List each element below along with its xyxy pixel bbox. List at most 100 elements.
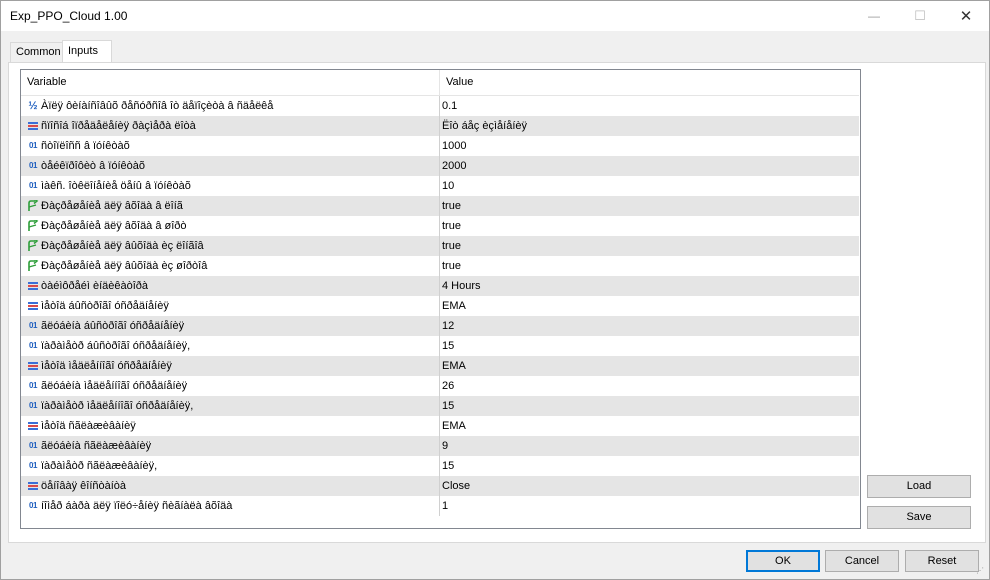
column-header-variable[interactable]: Variable [21, 70, 437, 95]
variable-name: íîìåð áàðà äëÿ ïîëó÷åíèÿ ñèãíàëà âõîäà [41, 500, 233, 512]
tab-common[interactable]: Common [10, 42, 64, 62]
table-row[interactable]: ìåòîä áûñòðîãî óñðåäíåíèÿ EMA [21, 296, 859, 316]
value-cell[interactable]: 15 [442, 456, 454, 476]
variable-name: ìåòîä áûñòðîãî óñðåäíåíèÿ [41, 300, 169, 312]
table-row[interactable]: ìåòîä ìåäëåííîãî óñðåäíåíèÿ EMA [21, 356, 859, 376]
table-row[interactable]: 01 ïàðàìåòð ñãëàæèâàíèÿ, 15 [21, 456, 859, 476]
reset-button[interactable]: Reset [905, 550, 979, 572]
variable-cell: ½ Àïëÿ ôèíàíñîâûõ ðåñóðñîâ îò äåïîçèòà â … [21, 96, 440, 116]
value-cell[interactable]: Close [442, 476, 470, 496]
table-row[interactable]: 01 ïàðàìåòð áûñòðîãî óñðåäíåíèÿ, 15 [21, 336, 859, 356]
value-cell[interactable]: EMA [442, 296, 466, 316]
grid-rows: ½ Àïëÿ ôèíàíñîâûõ ðåñóðñîâ îò äåïîçèòà â … [21, 96, 859, 516]
enum-type-icon [26, 356, 40, 376]
cancel-button[interactable]: Cancel [825, 550, 899, 572]
table-row[interactable]: öåíîâàÿ êîíñòàíòà Close [21, 476, 859, 496]
variable-name: ìåòîä ñãëàæèâàíèÿ [41, 420, 136, 432]
minimize-icon: — [868, 9, 880, 23]
table-row[interactable]: 01 ãëóáèíà áûñòðîãî óñðåäíåíèÿ 12 [21, 316, 859, 336]
value-cell[interactable]: 15 [442, 336, 454, 356]
tab-inputs-label: Inputs [68, 45, 98, 57]
table-row[interactable]: 01 ìàêñ. îòêëîíåíèå öåíû â ïóíêòàõ 10 [21, 176, 859, 196]
close-icon: ✕ [959, 8, 973, 25]
value-cell[interactable]: Ëîò áåç èçìåíåíèÿ [442, 116, 527, 136]
variable-cell: 01 ìàêñ. îòêëîíåíèå öåíû â ïóíêòàõ [21, 176, 440, 196]
value-cell[interactable]: 12 [442, 316, 454, 336]
table-row[interactable]: Ðàçðåøåíèå äëÿ âûõîäà èç øîðòîâ true [21, 256, 859, 276]
variable-name: ñïîñîá îïðåäåëåíèÿ ðàçìåðà ëîòà [41, 120, 196, 132]
double-type-icon: ½ [28, 100, 38, 112]
table-row[interactable]: 01 ïàðàìåòð ìåäëåííîãî óñðåäíåíèÿ, 15 [21, 396, 859, 416]
variable-cell: Ðàçðåøåíèå äëÿ âûõîäà èç ëîíãîâ [21, 236, 440, 256]
variable-name: Ðàçðåøåíèå äëÿ âûõîäà èç ëîíãîâ [41, 240, 204, 252]
value-cell[interactable]: 4 Hours [442, 276, 481, 296]
table-row[interactable]: 01 ñòîïëîññ â ïóíêòàõ 1000 [21, 136, 859, 156]
maximize-button[interactable]: ☐ [897, 1, 943, 31]
table-row[interactable]: 01 òåéêïðîôèò â ïóíêòàõ 2000 [21, 156, 859, 176]
variable-cell: 01 ãëóáèíà áûñòðîãî óñðåäíåíèÿ [21, 316, 440, 336]
table-row[interactable]: Ðàçðåøåíèå äëÿ âõîäà â øîðò true [21, 216, 859, 236]
variable-name: òåéêïðîôèò â ïóíêòàõ [41, 160, 145, 172]
table-row[interactable]: 01 ãëóáèíà ñãëàæèâàíèÿ 9 [21, 436, 859, 456]
value-cell[interactable]: EMA [442, 416, 466, 436]
load-button[interactable]: Load [867, 475, 971, 498]
value-cell[interactable]: 15 [442, 396, 454, 416]
variable-cell: ìåòîä ñãëàæèâàíèÿ [21, 416, 440, 436]
variable-cell: ìåòîä ìåäëåííîãî óñðåäíåíèÿ [21, 356, 440, 376]
variable-cell: 01 ãëóáèíà ñãëàæèâàíèÿ [21, 436, 440, 456]
table-row[interactable]: ½ Àïëÿ ôèíàíñîâûõ ðåñóðñîâ îò äåïîçèòà â … [21, 96, 859, 116]
value-cell[interactable]: 1 [442, 496, 448, 516]
variable-name: ïàðàìåòð ñãëàæèâàíèÿ, [41, 460, 158, 472]
value-cell[interactable]: true [442, 236, 461, 256]
value-cell[interactable]: 2000 [442, 156, 466, 176]
variable-name: öåíîâàÿ êîíñòàíòà [41, 480, 127, 492]
column-header-value[interactable]: Value [440, 70, 846, 95]
integer-type-icon: 01 [29, 341, 37, 350]
bool-type-icon [26, 216, 40, 236]
value-cell[interactable]: true [442, 216, 461, 236]
bool-type-icon [26, 196, 40, 216]
save-button[interactable]: Save [867, 506, 971, 529]
table-row[interactable]: 01 íîìåð áàðà äëÿ ïîëó÷åíèÿ ñèãíàëà âõîäà… [21, 496, 859, 516]
grid-header: Variable Value [21, 70, 859, 96]
value-cell[interactable]: EMA [442, 356, 466, 376]
variable-name: ìåòîä ìåäëåííîãî óñðåäíåíèÿ [41, 360, 172, 372]
variable-name: ãëóáèíà ñãëàæèâàíèÿ [41, 440, 152, 452]
enum-type-icon [26, 416, 40, 436]
variable-name: ãëóáèíà áûñòðîãî óñðåäíåíèÿ [41, 320, 185, 332]
integer-type-icon: 01 [29, 501, 37, 510]
resize-grip-icon[interactable]: ⋰ [976, 566, 986, 576]
table-row[interactable]: ìåòîä ñãëàæèâàíèÿ EMA [21, 416, 859, 436]
value-cell[interactable]: 10 [442, 176, 454, 196]
enum-type-icon [26, 296, 40, 316]
variable-cell: ñïîñîá îïðåäåëåíèÿ ðàçìåðà ëîòà [21, 116, 440, 136]
enum-type-icon [26, 476, 40, 496]
variable-cell: öåíîâàÿ êîíñòàíòà [21, 476, 440, 496]
dialog-window: Exp_PPO_Cloud 1.00 — ☐ ✕ Common Inputs V… [0, 0, 990, 580]
table-row[interactable]: òàéìôðåéì èíäèêàòîðà 4 Hours [21, 276, 859, 296]
minimize-button[interactable]: — [851, 1, 897, 31]
value-cell[interactable]: 1000 [442, 136, 466, 156]
value-cell[interactable]: true [442, 196, 461, 216]
value-cell[interactable]: 9 [442, 436, 448, 456]
integer-type-icon: 01 [29, 321, 37, 330]
value-cell[interactable]: 26 [442, 376, 454, 396]
variable-name: ãëóáèíà ìåäëåííîãî óñðåäíåíèÿ [41, 380, 188, 392]
enum-type-icon [26, 276, 40, 296]
table-row[interactable]: ñïîñîá îïðåäåëåíèÿ ðàçìåðà ëîòà Ëîò áåç è… [21, 116, 859, 136]
close-button[interactable]: ✕ [943, 1, 989, 31]
integer-type-icon: 01 [29, 401, 37, 410]
enum-type-icon [26, 116, 40, 136]
variable-name: ïàðàìåòð ìåäëåííîãî óñðåäíåíèÿ, [41, 400, 194, 412]
maximize-icon: ☐ [914, 8, 926, 23]
tab-inputs[interactable]: Inputs [62, 40, 112, 63]
variable-cell: Ðàçðåøåíèå äëÿ âõîäà â øîðò [21, 216, 440, 236]
integer-type-icon: 01 [29, 441, 37, 450]
ok-button[interactable]: OK [746, 550, 820, 572]
variable-name: Àïëÿ ôèíàíñîâûõ ðåñóðñîâ îò äåïîçèòà â ñ… [41, 100, 274, 112]
table-row[interactable]: 01 ãëóáèíà ìåäëåííîãî óñðåäíåíèÿ 26 [21, 376, 859, 396]
value-cell[interactable]: 0.1 [442, 96, 457, 116]
table-row[interactable]: Ðàçðåøåíèå äëÿ âûõîäà èç ëîíãîâ true [21, 236, 859, 256]
table-row[interactable]: Ðàçðåøåíèå äëÿ âõîäà â ëîíã true [21, 196, 859, 216]
value-cell[interactable]: true [442, 256, 461, 276]
